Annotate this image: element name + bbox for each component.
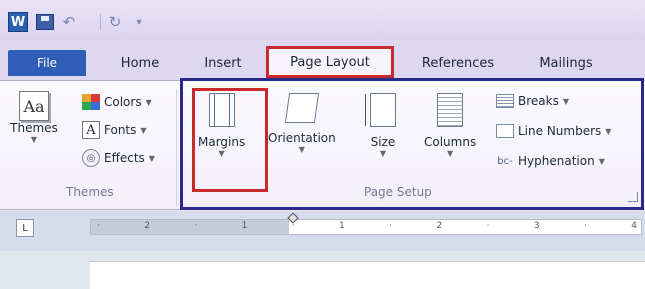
ruler-mark: · (486, 221, 490, 231)
themes-button[interactable]: Aa Themes ▼ (8, 91, 60, 144)
themes-icon: Aa (19, 91, 49, 121)
tab-mailings[interactable]: Mailings (520, 50, 612, 76)
ruler-mark: 1 (339, 221, 345, 231)
fonts-label: Fonts (104, 123, 137, 137)
quick-access-toolbar: W ↶ ↻ ▾ (0, 0, 645, 40)
ruler-mark: 1 (241, 221, 248, 231)
tab-file[interactable]: File (8, 50, 86, 76)
ruler-area: L · 2 · 1 · 1 · 2 · 3 · 4 (0, 211, 645, 251)
ruler-mark: 2 (144, 221, 150, 231)
ruler-marks: · 2 · 1 · 1 · 2 · 3 · 4 (97, 221, 637, 231)
margins-highlight-box (192, 88, 268, 192)
colors-icon (82, 94, 100, 110)
colors-button[interactable]: Colors ▼ (82, 91, 152, 113)
toolbar-divider (100, 14, 101, 30)
effects-label: Effects (104, 151, 145, 165)
tab-page-layout[interactable]: Page Layout (266, 46, 394, 78)
tab-selector-icon[interactable]: L (16, 219, 34, 237)
save-icon[interactable] (36, 14, 54, 30)
undo-icon[interactable]: ↶ (60, 12, 78, 32)
ruler-mark: 2 (436, 221, 443, 231)
horizontal-ruler[interactable]: · 2 · 1 · 1 · 2 · 3 · 4 (90, 212, 642, 235)
ruler-mark: · (194, 221, 198, 231)
document-area (0, 251, 645, 289)
ribbon-tabs: File Home Insert Page Layout References … (0, 40, 645, 80)
ruler-mark: 3 (533, 221, 540, 231)
ruler-mark: 4 (631, 221, 637, 231)
themes-label: Themes (10, 121, 58, 135)
ruler-mark: · (389, 221, 393, 231)
colors-label: Colors (104, 95, 142, 109)
chevron-down-icon: ▼ (145, 97, 152, 107)
chevron-down-icon: ▼ (30, 135, 38, 144)
tab-home[interactable]: Home (104, 50, 176, 76)
chevron-down-icon: ▼ (140, 125, 147, 135)
customize-toolbar-icon[interactable]: ▾ (132, 12, 146, 32)
group-divider (176, 89, 177, 207)
themes-group-caption: Themes (66, 185, 114, 199)
redo-icon[interactable]: ↻ (106, 12, 124, 32)
ruler-mark: · (97, 221, 100, 231)
tab-references[interactable]: References (404, 50, 512, 76)
effects-icon: ◎ (82, 149, 100, 167)
effects-button[interactable]: ◎ Effects ▼ (82, 147, 155, 169)
tab-insert[interactable]: Insert (186, 50, 260, 76)
chevron-down-icon: ▼ (148, 153, 155, 163)
document-page[interactable] (90, 261, 645, 289)
ruler-mark: · (583, 221, 587, 231)
fonts-button[interactable]: A Fonts ▼ (82, 119, 147, 141)
fonts-icon: A (82, 121, 100, 139)
word-app-icon[interactable]: W (8, 12, 28, 32)
